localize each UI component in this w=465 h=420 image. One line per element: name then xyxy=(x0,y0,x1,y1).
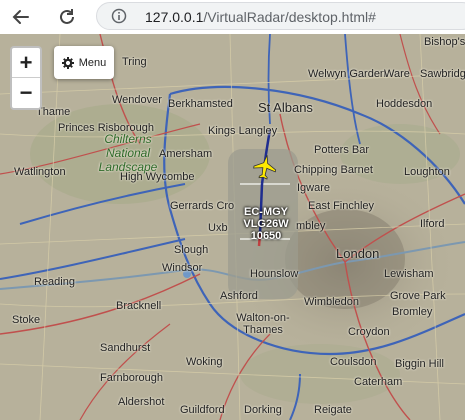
place-label: Bracknell xyxy=(116,300,162,312)
back-button[interactable] xyxy=(8,4,34,30)
place-label: Walton-on-Thames xyxy=(236,312,290,336)
place-label: Potters Bar xyxy=(314,144,370,156)
place-label: Amersham xyxy=(159,148,213,160)
place-label: Grove Park xyxy=(390,290,446,302)
place-label: Farnborough xyxy=(100,372,163,384)
place-label: Croydon xyxy=(348,326,390,338)
aircraft-label[interactable]: EC-MGY VLG26W 10650 xyxy=(236,206,296,242)
place-label: Bromley xyxy=(392,306,433,318)
zoom-out-button[interactable]: − xyxy=(12,78,40,107)
place-label: Ashford xyxy=(220,290,258,302)
place-label: Aldershot xyxy=(118,396,165,408)
place-label: Reigate xyxy=(314,404,352,416)
place-label: Biggin Hill xyxy=(395,358,444,370)
place-label: St Albans xyxy=(258,100,313,115)
place-label: High Wycombe xyxy=(120,171,195,183)
place-label: Reading xyxy=(34,276,75,288)
place-label: Lewisham xyxy=(384,268,434,280)
info-icon[interactable] xyxy=(111,8,127,24)
place-label: Guildford xyxy=(180,404,225,416)
place-label: Coulsdon xyxy=(330,356,377,368)
place-label: London xyxy=(336,246,380,261)
place-label: Welwyn Garden xyxy=(308,68,387,80)
place-label: Wimbledon xyxy=(304,296,360,308)
map-canvas[interactable]: Bishop's Tring Welwyn Garden Ware Sawbri… xyxy=(0,34,465,420)
url-host: 127.0.0.1 xyxy=(145,9,204,25)
place-label: East Finchley xyxy=(308,200,375,212)
address-bar[interactable]: 127.0.0.1/VirtualRadar/desktop.html# xyxy=(96,2,465,30)
place-label: Hoddesdon xyxy=(376,98,433,110)
place-label: Chipping Barnet xyxy=(294,164,373,176)
place-label: mbley xyxy=(296,220,326,232)
place-label: Hounslow xyxy=(250,268,299,280)
place-label: Woking xyxy=(186,356,223,368)
menu-label: Menu xyxy=(78,56,107,69)
url-text[interactable]: 127.0.0.1/VirtualRadar/desktop.html# xyxy=(145,9,376,25)
reload-icon xyxy=(60,9,74,24)
place-label: Loughton xyxy=(404,166,450,178)
menu-button[interactable]: Menu xyxy=(54,46,114,79)
place-label: Sandhurst xyxy=(100,342,151,354)
place-label: Stoke xyxy=(12,314,41,326)
place-label: Watlington xyxy=(14,166,66,178)
place-label: Ware xyxy=(384,68,410,80)
place-label: Uxb xyxy=(208,222,228,234)
reload-button[interactable] xyxy=(54,4,80,30)
aircraft-altitude: 10650 xyxy=(250,230,282,242)
place-label: Windsor xyxy=(162,262,203,274)
place-label: Wendover xyxy=(112,94,162,106)
place-label: Caterham xyxy=(354,376,403,388)
place-label: Kings Langley xyxy=(208,125,278,137)
zoom-control: + − xyxy=(10,46,42,110)
place-label: Bishop's xyxy=(424,36,465,48)
place-label: Ilford xyxy=(420,218,445,230)
aircraft-callsign: VLG26W xyxy=(243,218,289,230)
url-path: /VirtualRadar/desktop.html# xyxy=(203,9,376,25)
aircraft-registration: EC-MGY xyxy=(244,206,288,218)
gear-icon xyxy=(61,56,74,69)
place-label: Igware xyxy=(297,182,331,194)
zoom-in-button[interactable]: + xyxy=(12,48,40,78)
browser-toolbar: 127.0.0.1/VirtualRadar/desktop.html# xyxy=(0,0,465,34)
app-window: 127.0.0.1/VirtualRadar/desktop.html# Bis… xyxy=(0,0,465,420)
place-label: Tring xyxy=(122,56,147,68)
place-label: Gerrards Cro xyxy=(170,200,235,212)
place-label: Berkhamsted xyxy=(168,98,233,110)
place-label: Sawbridg xyxy=(420,68,465,80)
place-label: Slough xyxy=(174,244,209,256)
place-label: Dorking xyxy=(244,404,282,416)
place-label: Chilterns National Landscape xyxy=(98,132,158,174)
back-arrow-icon xyxy=(12,10,29,24)
